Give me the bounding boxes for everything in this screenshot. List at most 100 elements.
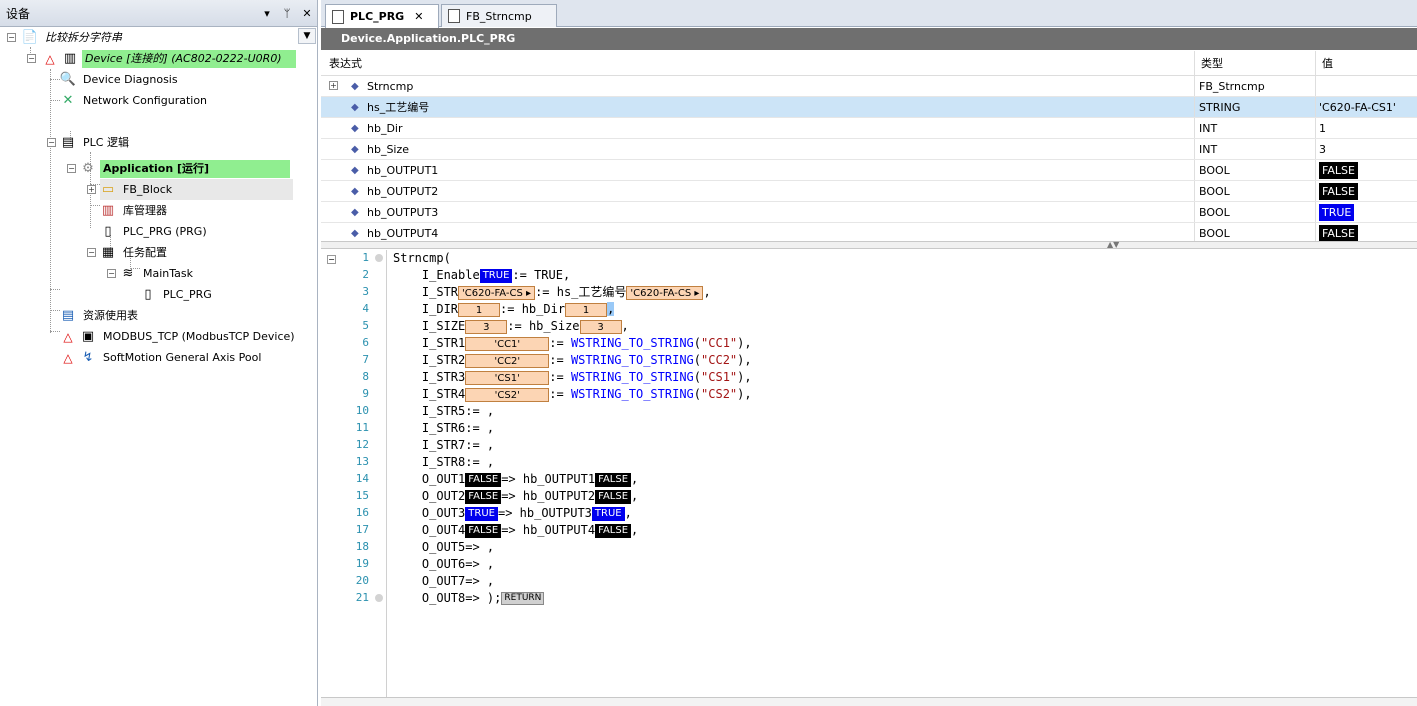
breakpoint-dot-icon[interactable] [375, 594, 383, 602]
splitter-arrows-icon[interactable]: ▲▼ [1107, 240, 1119, 249]
inline-value-false[interactable]: FALSE [465, 489, 502, 504]
code-line-8[interactable]: I_STR3 'CS1':= WSTRING_TO_STRING("CS1"), [393, 369, 752, 386]
collapse-icon[interactable]: − [7, 33, 16, 42]
tab-plc-prg[interactable]: PLC_PRG ✕ [325, 4, 439, 28]
code-line-20[interactable]: O_OUT7=> , [393, 573, 494, 590]
inline-value-int[interactable]: 1 [458, 302, 501, 317]
code-line-7[interactable]: I_STR2 'CC2':= WSTRING_TO_STRING("CC2"), [393, 352, 752, 369]
panel-menu-icon[interactable]: ▾ [257, 7, 277, 20]
code-line-5[interactable]: I_SIZE 3:= hb_Size 3, [393, 318, 629, 335]
watch-value[interactable]: 3 [1319, 139, 1326, 159]
tree-item-plc-prg-call[interactable]: ▯ PLC_PRG [140, 284, 215, 305]
code-line-10[interactable]: I_STR5:= , [393, 403, 494, 420]
watch-value[interactable]: 'C620-FA-CS1' [1319, 97, 1396, 117]
fold-collapse-icon[interactable]: − [327, 255, 336, 264]
close-icon[interactable]: ✕ [297, 7, 317, 20]
inline-value-false[interactable]: FALSE [595, 523, 632, 538]
code-line-18[interactable]: O_OUT5=> , [393, 539, 494, 556]
inline-value-string[interactable]: 'C620-FA-CS ▸ [626, 285, 704, 300]
watch-row-hb-size[interactable]: ◆ hb_Size INT 3 [321, 139, 1417, 160]
tree-item-project[interactable]: 📄 比较拆分字符串 [22, 27, 125, 48]
tree-item-network-configuration[interactable]: ✕ Network Configuration [60, 90, 210, 111]
line-number: 7 [362, 353, 369, 366]
collapse-icon[interactable]: − [47, 138, 56, 147]
code-line-1[interactable]: Strncmp( [393, 250, 451, 267]
horizontal-scrollbar[interactable] [321, 697, 1417, 706]
tree-item-task-configuration[interactable]: ▦ 任务配置 [100, 242, 170, 263]
tree-item-modbus-tcp[interactable]: △ ▣ MODBUS_TCP (ModbusTCP Device) [60, 326, 298, 347]
code-editor[interactable]: − 1 2 3 4 5 6 7 8 9 10 11 12 13 14 15 16 17 18 19 20 21 Strn… [321, 250, 1417, 697]
code-line-21[interactable]: O_OUT8=> ); RETURN [393, 590, 545, 607]
inline-value-true[interactable]: TRUE [479, 268, 513, 283]
column-header-expression[interactable]: 表达式 [329, 51, 362, 75]
watch-row-hb-dir[interactable]: ◆ hb_Dir INT 1 [321, 118, 1417, 139]
inline-value-false[interactable]: FALSE [595, 489, 632, 504]
bool-value-false[interactable]: FALSE [1319, 182, 1358, 200]
code-line-16[interactable]: O_OUT3 TRUE => hb_OUTPUT3 TRUE, [393, 505, 632, 522]
tab-close-icon[interactable]: ✕ [414, 10, 423, 23]
pin-icon[interactable]: ᛘ [277, 7, 297, 20]
code-line-9[interactable]: I_STR4 'CS2':= WSTRING_TO_STRING("CS2"), [393, 386, 752, 403]
line-number: 6 [362, 336, 369, 349]
watch-table: 表达式 类型 值 + ◆ Strncmp FB_Strncmp ◆ hs_工艺编… [321, 51, 1417, 244]
inline-value-true[interactable]: TRUE [465, 506, 498, 521]
watch-type: BOOL [1199, 205, 1230, 219]
watch-row-hs-process-no[interactable]: ◆ hs_工艺编号 STRING 'C620-FA-CS1' [321, 97, 1417, 118]
expand-icon[interactable]: + [87, 185, 96, 194]
tree-item-fb-block[interactable]: ▭ FB_Block [100, 179, 293, 200]
inline-value-string[interactable]: 'CS1' [465, 370, 550, 385]
code-line-15[interactable]: O_OUT2 FALSE => hb_OUTPUT2 FALSE, [393, 488, 638, 505]
code-line-12[interactable]: I_STR7:= , [393, 437, 494, 454]
column-header-type[interactable]: 类型 [1201, 51, 1223, 75]
watch-row-strncmp[interactable]: + ◆ Strncmp FB_Strncmp [321, 76, 1417, 97]
code-line-3[interactable]: I_STR 'C620-FA-CS ▸:= hs_工艺编号 'C620-FA-CS … [393, 284, 711, 301]
inline-value-string[interactable]: 'CS2' [465, 387, 550, 402]
inline-value-true[interactable]: TRUE [591, 506, 625, 521]
collapse-icon[interactable]: − [107, 269, 116, 278]
collapse-icon[interactable]: − [87, 248, 96, 257]
tree-item-resource-table[interactable]: ▤ 资源使用表 [60, 305, 141, 326]
code-line-17[interactable]: O_OUT4 FALSE => hb_OUTPUT4 FALSE, [393, 522, 638, 539]
param-name: O_OUT4 [421, 523, 466, 537]
bool-value-true[interactable]: TRUE [1319, 203, 1355, 221]
tree-item-plc-logic[interactable]: ▤ PLC 逻辑 [60, 132, 132, 153]
code-line-19[interactable]: O_OUT6=> , [393, 556, 494, 573]
inline-value-string[interactable]: 'CC1' [465, 336, 550, 351]
inline-value-false[interactable]: FALSE [465, 523, 502, 538]
inline-value-string[interactable]: 'C620-FA-CS ▸ [458, 285, 536, 300]
inline-value-int[interactable]: 3 [465, 319, 508, 334]
breakpoint-dot-icon[interactable] [375, 254, 383, 262]
watch-row-hb-output3[interactable]: ◆ hb_OUTPUT3 BOOL TRUE [321, 202, 1417, 223]
inline-value-false[interactable]: FALSE [465, 472, 502, 487]
tree-item-device-diagnosis[interactable]: 🔍 Device Diagnosis [60, 69, 181, 90]
tree-item-maintask[interactable]: ≋ MainTask [120, 263, 196, 284]
bool-value-false[interactable]: FALSE [1319, 224, 1358, 242]
inline-value-string[interactable]: 'CC2' [465, 353, 550, 368]
tab-fb-strncmp[interactable]: FB_Strncmp [441, 4, 557, 27]
code-line-6[interactable]: I_STR1 'CC1':= WSTRING_TO_STRING("CC1"), [393, 335, 752, 352]
watch-row-hb-output1[interactable]: ◆ hb_OUTPUT1 BOOL FALSE [321, 160, 1417, 181]
code-line-2[interactable]: I_Enable TRUE:= TRUE, [393, 267, 570, 284]
bool-value-false[interactable]: FALSE [1319, 161, 1358, 179]
watch-type: BOOL [1199, 184, 1230, 198]
code-line-13[interactable]: I_STR8:= , [393, 454, 494, 471]
tree-item-library-manager[interactable]: ▥ 库管理器 [100, 200, 170, 221]
tree-item-device[interactable]: △ ▥ Device [连接的] (AC802-0222-U0R0) [42, 48, 296, 69]
code-line-4[interactable]: I_DIR 1:= hb_Dir 1, [393, 301, 615, 318]
pane-splitter[interactable]: ▲▼ [321, 240, 1417, 249]
watch-row-hb-output2[interactable]: ◆ hb_OUTPUT2 BOOL FALSE [321, 181, 1417, 202]
collapse-icon[interactable]: − [27, 54, 36, 63]
collapse-icon[interactable]: − [67, 164, 76, 173]
expand-icon[interactable]: + [329, 81, 338, 90]
param-name: I_DIR [421, 302, 459, 316]
tree-item-softmotion-axis-pool[interactable]: △ ↯ SoftMotion General Axis Pool [60, 347, 264, 368]
inline-value-false[interactable]: FALSE [595, 472, 632, 487]
tree-item-plc-prg[interactable]: ▯ PLC_PRG (PRG) [100, 221, 210, 242]
code-line-14[interactable]: O_OUT1 FALSE => hb_OUTPUT1 FALSE, [393, 471, 638, 488]
watch-value[interactable]: 1 [1319, 118, 1326, 138]
inline-value-int[interactable]: 1 [565, 302, 608, 317]
tree-item-application[interactable]: ⚙ Application [运行] [80, 158, 290, 179]
code-line-11[interactable]: I_STR6:= , [393, 420, 494, 437]
column-header-value[interactable]: 值 [1322, 51, 1333, 75]
inline-value-int[interactable]: 3 [579, 319, 622, 334]
